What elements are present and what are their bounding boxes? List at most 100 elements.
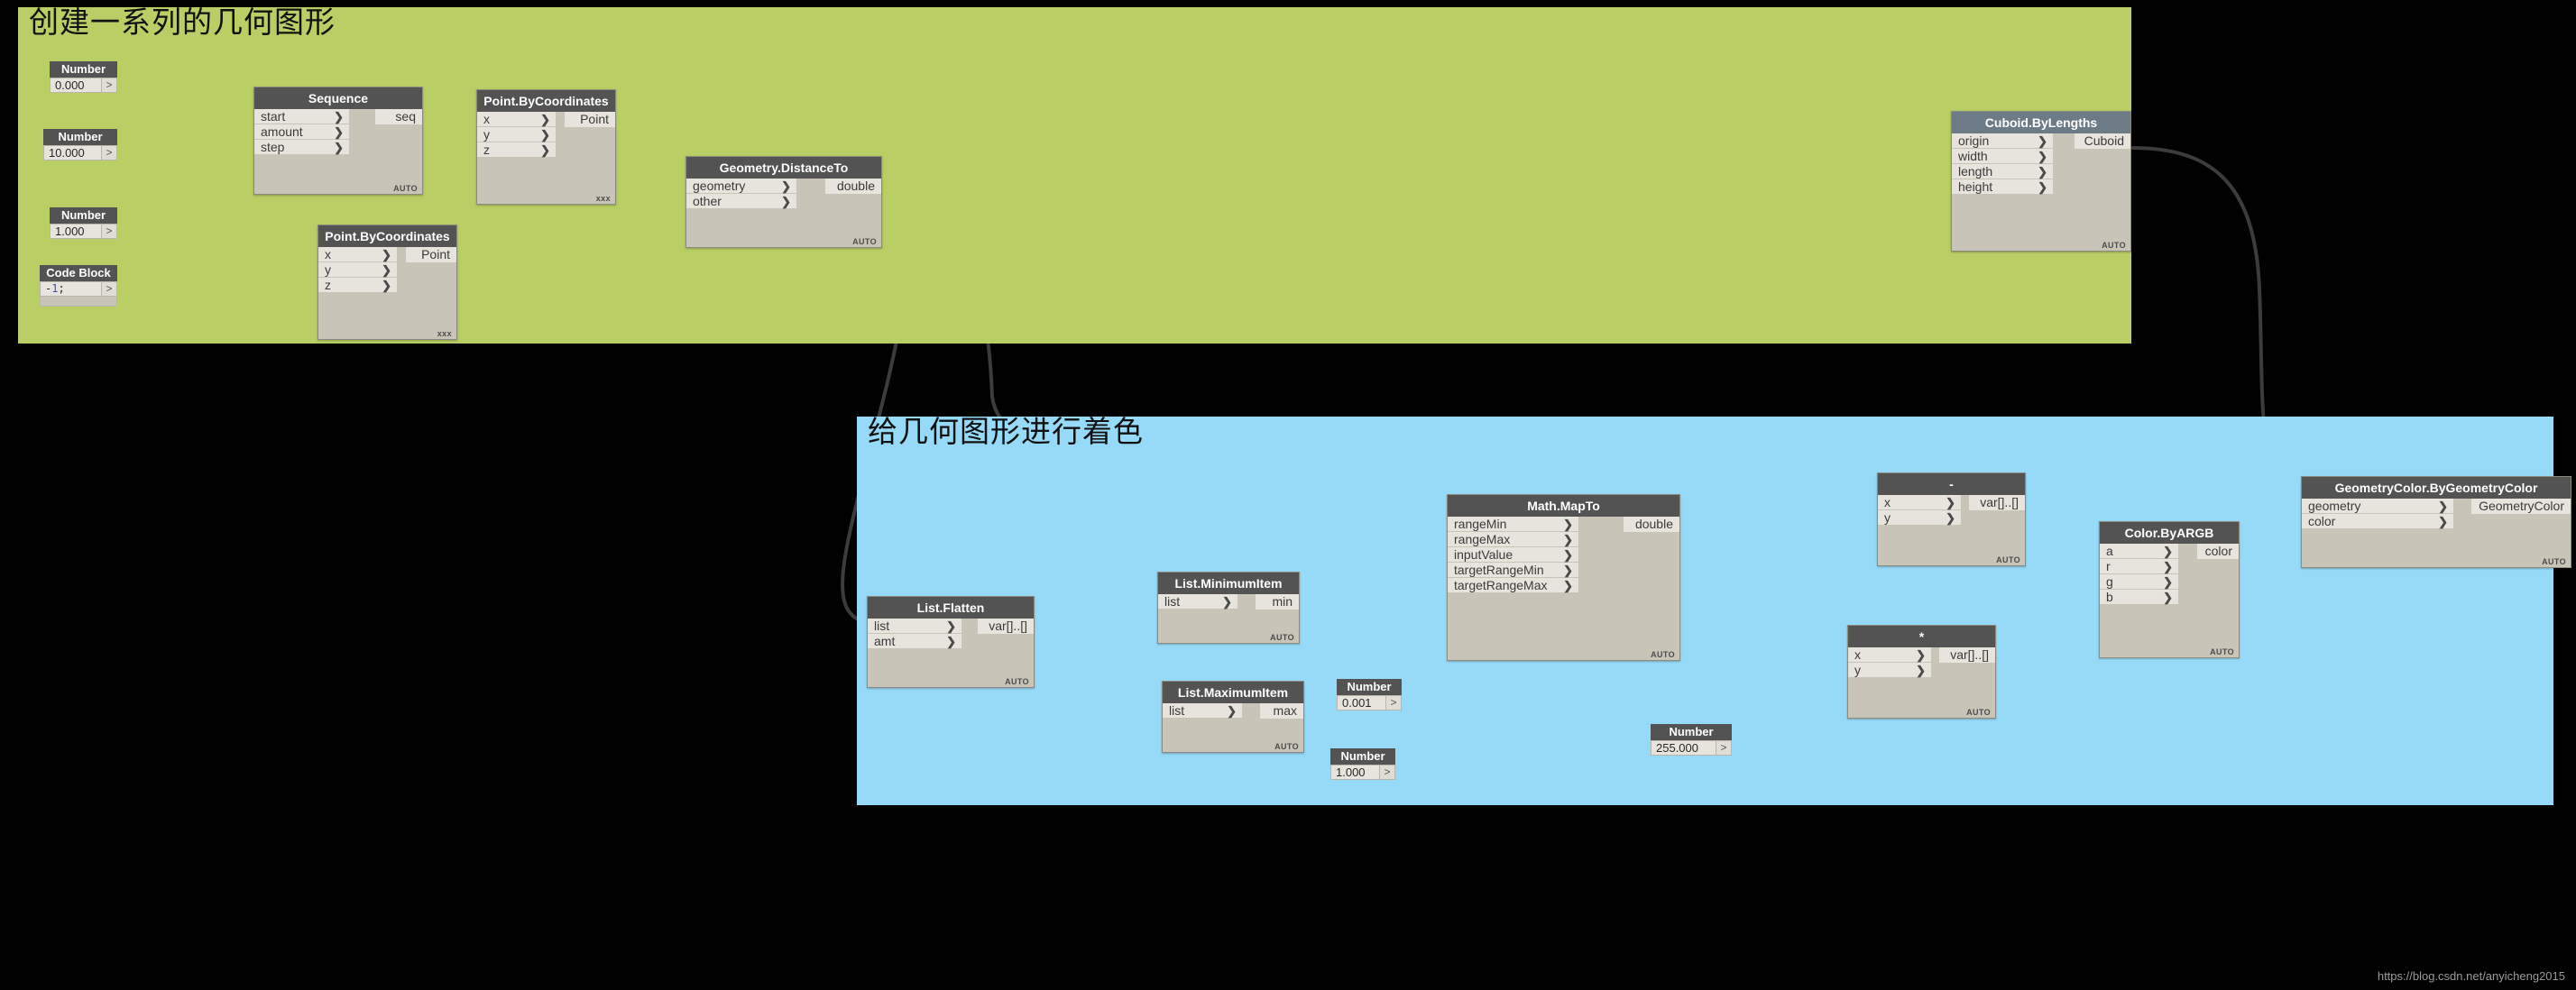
input-port-label: origin [1958, 133, 1990, 148]
input-port-a-color-byargb[interactable]: a ❯ [2100, 544, 2178, 559]
input-port-targetrangemax-math-mapto[interactable]: targetRangeMax ❯ [1448, 578, 1578, 593]
chevron-right-icon: ❯ [334, 141, 344, 154]
input-port-geometry-geometrycolor-bygeometrycolor[interactable]: geometry ❯ [2302, 499, 2453, 514]
input-port-label: list [1169, 703, 1185, 718]
output-port-point-point-bycoordinates-2[interactable]: Point [406, 247, 456, 262]
node-footer-op-minus: AUTO [1996, 555, 2020, 564]
node-value-number-0[interactable]: 0.000 [50, 78, 102, 93]
input-port-z-point-bycoordinates-1[interactable]: z ❯ [477, 142, 556, 158]
node-output-port-number-0001[interactable]: > [1386, 695, 1402, 710]
input-port-x-op-minus[interactable]: x ❯ [1878, 495, 1961, 510]
input-port-label: rangeMax [1454, 532, 1511, 546]
output-port-var-op-minus[interactable]: var[]..[] [1969, 495, 2025, 510]
node-number-1[interactable]: Number 1.000 > [50, 207, 117, 239]
input-port-x-op-multiply[interactable]: x ❯ [1848, 647, 1931, 663]
chevron-right-icon: ❯ [1563, 533, 1573, 546]
node-output-port-code-block-neg1[interactable]: > [102, 281, 117, 297]
input-port-rangemax-math-mapto[interactable]: rangeMax ❯ [1448, 532, 1578, 547]
node-value-code-block-neg1[interactable]: -1; [40, 281, 102, 297]
input-port-list-list-maximumitem[interactable]: list ❯ [1163, 703, 1242, 719]
input-port-list-list-flatten[interactable]: list ❯ [868, 619, 961, 634]
input-port-label: y [483, 127, 490, 142]
output-port-var-op-multiply[interactable]: var[]..[] [1939, 647, 1995, 663]
node-color-byargb[interactable]: Color.ByARGB a ❯ r ❯ g ❯ b ❯ color AUTO [2099, 521, 2240, 658]
node-output-port-number-10[interactable]: > [102, 145, 117, 160]
input-port-y-point-bycoordinates-1[interactable]: y ❯ [477, 127, 556, 142]
output-port-max-list-maximumitem[interactable]: max [1260, 703, 1303, 719]
input-port-origin-cuboid-bylengths[interactable]: origin ❯ [1952, 133, 2053, 149]
node-cuboid-bylengths[interactable]: Cuboid.ByLengths origin ❯ width ❯ length ❯ heig… [1951, 111, 2131, 252]
input-port-targetrangemin-math-mapto[interactable]: targetRangeMin ❯ [1448, 563, 1578, 578]
input-port-height-cuboid-bylengths[interactable]: height ❯ [1952, 179, 2053, 195]
node-number-0001[interactable]: Number 0.001 > [1337, 679, 1402, 710]
output-port-double-geometry-distanceto[interactable]: double [825, 179, 881, 194]
node-list-minimumitem[interactable]: List.MinimumItem list ❯ min AUTO [1157, 572, 1300, 644]
input-port-color-geometrycolor-bygeometrycolor[interactable]: color ❯ [2302, 514, 2453, 529]
node-code-block-neg1[interactable]: Code Block -1; > [40, 265, 117, 307]
node-op-minus[interactable]: - x ❯ y ❯ var[]..[] AUTO [1877, 472, 2026, 566]
input-port-list-list-minimumitem[interactable]: list ❯ [1158, 594, 1237, 610]
output-port-seq-sequence[interactable]: seq [375, 109, 422, 124]
node-output-port-number-0[interactable]: > [102, 78, 117, 93]
output-port-min-list-minimumitem[interactable]: min [1256, 594, 1299, 610]
output-port-point-point-bycoordinates-1[interactable]: Point [565, 112, 615, 127]
output-port-var-list-flatten[interactable]: var[]..[] [978, 619, 1034, 634]
output-port-cuboid-cuboid-bylengths[interactable]: Cuboid [2075, 133, 2130, 149]
input-port-z-point-bycoordinates-2[interactable]: z ❯ [318, 278, 397, 293]
input-port-b-color-byargb[interactable]: b ❯ [2100, 590, 2178, 605]
node-number-0[interactable]: Number 0.000 > [50, 61, 117, 93]
output-port-double-math-mapto[interactable]: double [1624, 517, 1679, 532]
input-port-other-geometry-distanceto[interactable]: other ❯ [686, 194, 796, 209]
input-port-y-op-minus[interactable]: y ❯ [1878, 510, 1961, 526]
input-port-label: y [1884, 510, 1891, 525]
node-value-number-255[interactable]: 255.000 [1651, 740, 1716, 756]
chevron-right-icon: ❯ [540, 143, 550, 157]
node-geometry-distanceto[interactable]: Geometry.DistanceTo geometry ❯ other ❯ double… [685, 156, 882, 248]
node-title-number-1: Number [50, 207, 117, 224]
chevron-right-icon: ❯ [382, 248, 391, 261]
node-sequence[interactable]: Sequence start ❯ amount ❯ step ❯ seq AUTO [253, 87, 423, 195]
node-title-color-byargb: Color.ByARGB [2100, 522, 2239, 544]
node-footer-list-flatten: AUTO [1005, 677, 1029, 686]
input-port-amt-list-flatten[interactable]: amt ❯ [868, 634, 961, 649]
node-point-bycoordinates-2[interactable]: Point.ByCoordinates x ❯ y ❯ z ❯ Point xxx [317, 225, 457, 340]
node-geometrycolor-bygeometrycolor[interactable]: GeometryColor.ByGeometryColor geometry ❯ co… [2301, 476, 2571, 568]
node-number-10[interactable]: Number 10.000 > [43, 129, 117, 160]
output-port-color-color-byargb[interactable]: color [2197, 544, 2239, 559]
input-port-x-point-bycoordinates-2[interactable]: x ❯ [318, 247, 397, 262]
node-list-flatten[interactable]: List.Flatten list ❯ amt ❯ var[]..[] AUTO [867, 596, 1035, 688]
node-value-number-1b[interactable]: 1.000 [1330, 765, 1380, 780]
input-port-amount-sequence[interactable]: amount ❯ [254, 124, 349, 140]
node-output-port-number-1[interactable]: > [102, 224, 117, 239]
node-math-mapto[interactable]: Math.MapTo rangeMin ❯ rangeMax ❯ inputValue ❯ t… [1447, 494, 1680, 661]
node-output-port-number-1b[interactable]: > [1380, 765, 1395, 780]
input-port-geometry-geometry-distanceto[interactable]: geometry ❯ [686, 179, 796, 194]
input-port-label: rangeMin [1454, 517, 1507, 531]
node-value-number-10[interactable]: 10.000 [43, 145, 102, 160]
input-port-start-sequence[interactable]: start ❯ [254, 109, 349, 124]
node-number-1b[interactable]: Number 1.000 > [1330, 748, 1395, 780]
input-port-label: z [483, 142, 490, 157]
node-value-number-1[interactable]: 1.000 [50, 224, 102, 239]
node-title-geometry-distanceto: Geometry.DistanceTo [686, 157, 881, 179]
node-title-point-bycoordinates-2: Point.ByCoordinates [318, 225, 456, 247]
input-port-inputvalue-math-mapto[interactable]: inputValue ❯ [1448, 547, 1578, 563]
input-port-g-color-byargb[interactable]: g ❯ [2100, 574, 2178, 590]
input-port-y-op-multiply[interactable]: y ❯ [1848, 663, 1931, 678]
input-port-rangemin-math-mapto[interactable]: rangeMin ❯ [1448, 517, 1578, 532]
input-port-length-cuboid-bylengths[interactable]: length ❯ [1952, 164, 2053, 179]
node-point-bycoordinates-1[interactable]: Point.ByCoordinates x ❯ y ❯ z ❯ Point xxx [476, 89, 616, 205]
node-number-255[interactable]: Number 255.000 > [1651, 724, 1732, 756]
input-port-y-point-bycoordinates-2[interactable]: y ❯ [318, 262, 397, 278]
node-op-multiply[interactable]: * x ❯ y ❯ var[]..[] AUTO [1847, 625, 1996, 719]
node-title-op-minus: - [1878, 473, 2025, 495]
node-footer-op-multiply: AUTO [1966, 708, 1991, 717]
node-list-maximumitem[interactable]: List.MaximumItem list ❯ max AUTO [1162, 681, 1304, 753]
input-port-width-cuboid-bylengths[interactable]: width ❯ [1952, 149, 2053, 164]
input-port-x-point-bycoordinates-1[interactable]: x ❯ [477, 112, 556, 127]
node-output-port-number-255[interactable]: > [1716, 740, 1732, 756]
input-port-r-color-byargb[interactable]: r ❯ [2100, 559, 2178, 574]
node-value-number-0001[interactable]: 0.001 [1337, 695, 1386, 710]
output-port-geometrycolor-geometrycolor-bygeometrycolor[interactable]: GeometryColor [2471, 499, 2571, 514]
input-port-step-sequence[interactable]: step ❯ [254, 140, 349, 155]
